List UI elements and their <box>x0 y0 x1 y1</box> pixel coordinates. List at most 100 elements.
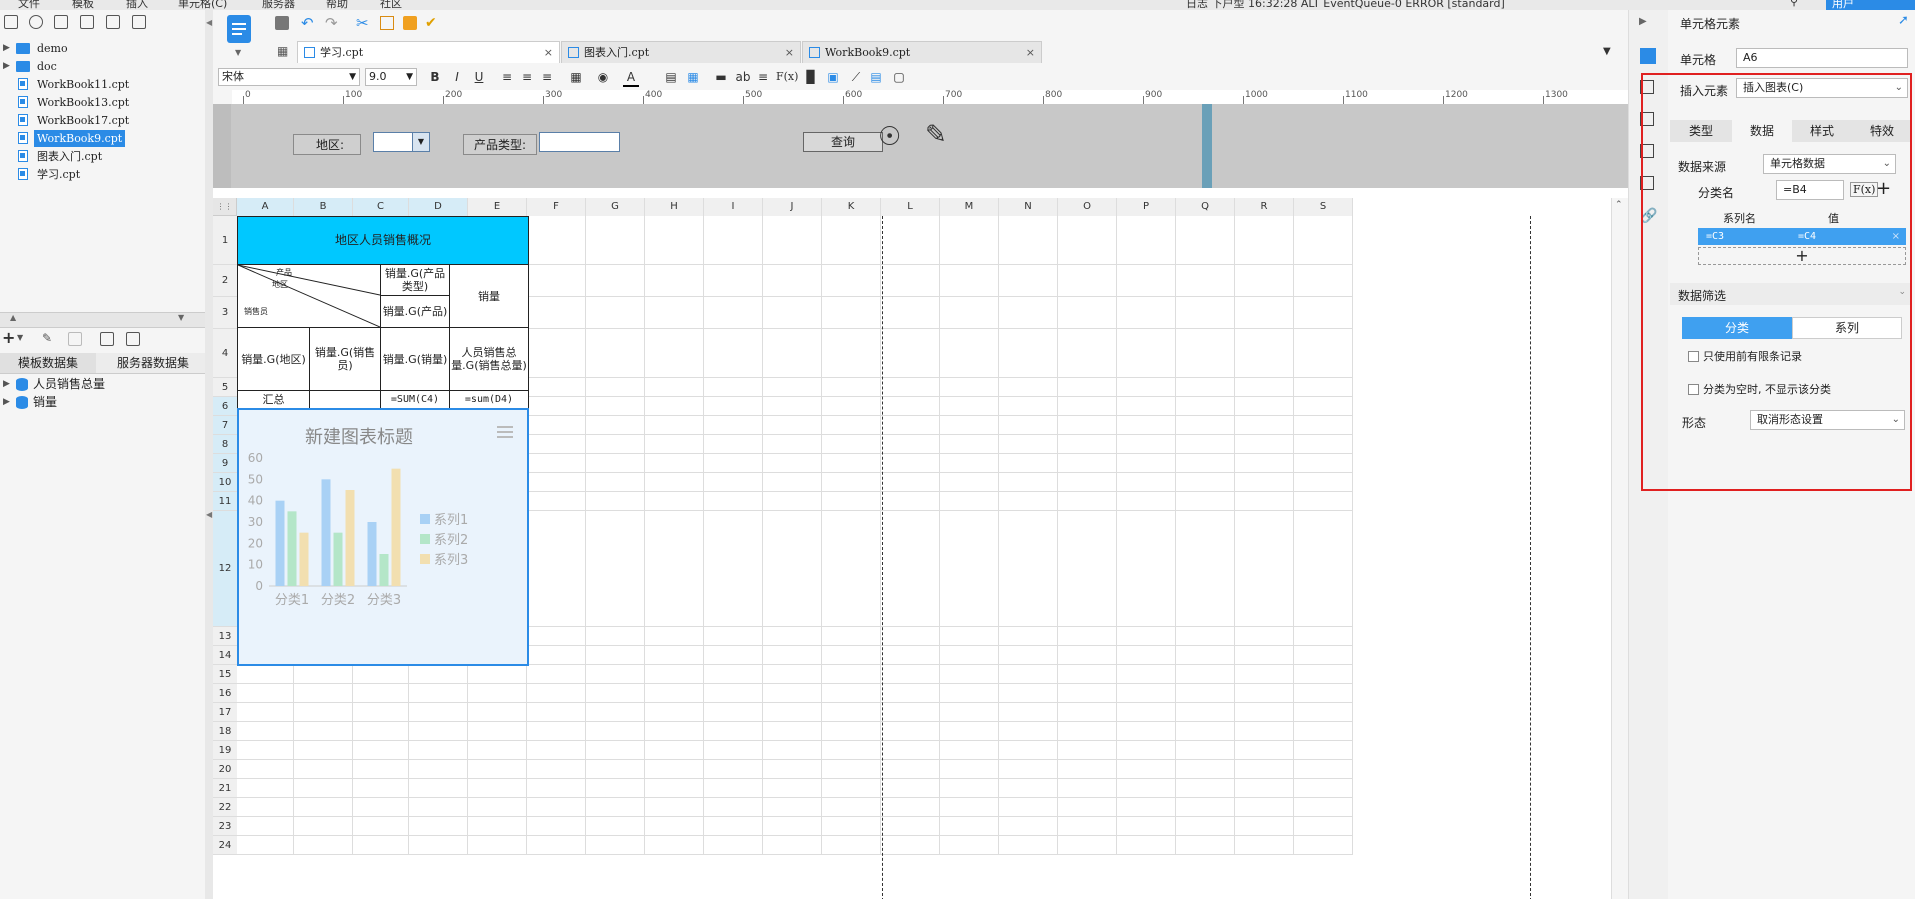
column-header-cell[interactable]: S <box>1294 198 1353 216</box>
grid-cell[interactable] <box>1176 492 1235 511</box>
collapse-right-icon[interactable]: ▶ <box>1639 16 1647 27</box>
grid-cell[interactable] <box>1294 297 1353 329</box>
grid-cell[interactable] <box>822 722 881 741</box>
grid-cell[interactable] <box>1058 817 1117 836</box>
grid-cell[interactable] <box>527 722 586 741</box>
grid-cell[interactable] <box>1294 703 1353 722</box>
grid-cell[interactable] <box>940 435 999 454</box>
grid-cell[interactable] <box>763 511 822 627</box>
grid-cell[interactable] <box>527 741 586 760</box>
form-select[interactable]: 取消形态设置 ⌄ <box>1750 410 1905 430</box>
grid-cell[interactable] <box>527 265 586 297</box>
grid-cell[interactable] <box>1294 492 1353 511</box>
grid-cell[interactable] <box>1235 798 1294 817</box>
grid-cell[interactable] <box>353 741 409 760</box>
row-header-cell[interactable]: 23 <box>213 817 237 836</box>
grid-cell[interactable] <box>704 397 763 416</box>
copy-icon[interactable] <box>132 15 146 29</box>
grid-cell[interactable] <box>763 627 822 646</box>
grid-cell[interactable] <box>1176 798 1235 817</box>
grid-cell[interactable] <box>704 817 763 836</box>
grid-cell[interactable] <box>822 473 881 492</box>
slash-icon[interactable]: ⟋ <box>848 69 864 85</box>
grid-cell[interactable] <box>468 798 527 817</box>
grid-cell[interactable] <box>1176 760 1235 779</box>
column-header-cell[interactable]: O <box>1058 198 1117 216</box>
grid-cell[interactable] <box>1117 265 1176 297</box>
column-header-cell[interactable]: N <box>999 198 1058 216</box>
grid-cell[interactable] <box>763 216 822 265</box>
grid-cell[interactable] <box>586 684 645 703</box>
grid-cell[interactable] <box>527 329 586 378</box>
grid-cell[interactable] <box>527 798 586 817</box>
grid-cell[interactable] <box>237 703 294 722</box>
grid-cell[interactable] <box>409 836 468 855</box>
grid-cell[interactable] <box>645 378 704 397</box>
row-header-cell[interactable]: 12 <box>213 511 237 627</box>
grid-cell[interactable] <box>1176 454 1235 473</box>
grid-cell[interactable] <box>645 741 704 760</box>
grid-cell[interactable] <box>881 216 940 265</box>
expand-arrow-icon[interactable]: ▶ <box>3 376 10 393</box>
grid-cell[interactable] <box>881 378 940 397</box>
grid-cell[interactable] <box>1294 397 1353 416</box>
row-header-cell[interactable]: 1 <box>213 216 237 265</box>
grid-cell[interactable] <box>1058 511 1117 627</box>
grid-cell[interactable] <box>645 703 704 722</box>
grid-cell[interactable] <box>940 665 999 684</box>
grid-cell[interactable] <box>940 627 999 646</box>
grid-cell[interactable] <box>940 473 999 492</box>
grid-cell[interactable] <box>822 836 881 855</box>
grid-cell[interactable] <box>1176 329 1235 378</box>
grid-cell[interactable] <box>1117 722 1176 741</box>
diagonal-header-cell[interactable]: 产品 地区 销售员 <box>237 264 381 328</box>
grid-cell[interactable] <box>1235 378 1294 397</box>
row-header-cell[interactable]: 8 <box>213 435 237 454</box>
grid-cell[interactable] <box>409 798 468 817</box>
row-header-cell[interactable]: 6 <box>213 397 237 416</box>
grid-cell[interactable] <box>1176 703 1235 722</box>
grid-cell[interactable] <box>586 297 645 329</box>
grid-cell[interactable] <box>645 265 704 297</box>
grid-cell[interactable] <box>940 297 999 329</box>
paste-icon[interactable] <box>403 16 417 30</box>
grid-cell[interactable] <box>1294 329 1353 378</box>
vertical-scrollbar[interactable]: ⌃ <box>1611 198 1628 899</box>
vertical-splitter[interactable]: ◀ ◀ <box>205 10 213 899</box>
data-source-select[interactable]: 单元格数据 ⌄ <box>1763 154 1896 174</box>
grid-cell[interactable] <box>1058 665 1117 684</box>
grid-cell[interactable] <box>645 817 704 836</box>
grid-cell[interactable] <box>1235 741 1294 760</box>
grid-cell[interactable] <box>763 416 822 435</box>
cell-element-icon[interactable] <box>1640 48 1656 64</box>
collapse-down-icon[interactable]: ▼ <box>178 313 184 322</box>
grid-cell[interactable] <box>704 741 763 760</box>
grid-cell[interactable] <box>1058 329 1117 378</box>
param-panel-resize-handle[interactable] <box>1202 104 1212 188</box>
row-header-cell[interactable]: 7 <box>213 416 237 435</box>
collapse-left-icon[interactable]: ◀ <box>206 18 212 27</box>
grid-cell[interactable] <box>1176 817 1235 836</box>
grid-cell[interactable] <box>1294 627 1353 646</box>
grid-cell[interactable] <box>704 297 763 329</box>
grid-cell[interactable] <box>1117 798 1176 817</box>
grid-cell[interactable] <box>1235 416 1294 435</box>
grid-cell[interactable] <box>822 511 881 627</box>
grid-cell[interactable] <box>586 798 645 817</box>
grid-cell[interactable] <box>468 836 527 855</box>
grid-cell[interactable] <box>527 665 586 684</box>
grid-cell[interactable] <box>1058 836 1117 855</box>
fill-color-icon[interactable]: ◉ <box>595 69 611 85</box>
grid-cell[interactable] <box>822 216 881 265</box>
grid-cell[interactable] <box>237 836 294 855</box>
grid-cell[interactable] <box>822 492 881 511</box>
grid-cell[interactable] <box>1235 265 1294 297</box>
grid-cell[interactable] <box>763 454 822 473</box>
delete-dataset-icon[interactable] <box>68 332 82 346</box>
save-icon[interactable] <box>275 16 289 30</box>
grid-cell[interactable] <box>586 722 645 741</box>
grid-cell[interactable] <box>645 297 704 329</box>
grid-cell[interactable] <box>1117 684 1176 703</box>
cell-c5[interactable]: =SUM(C4) <box>380 390 450 409</box>
grid-cell[interactable] <box>1176 297 1235 329</box>
